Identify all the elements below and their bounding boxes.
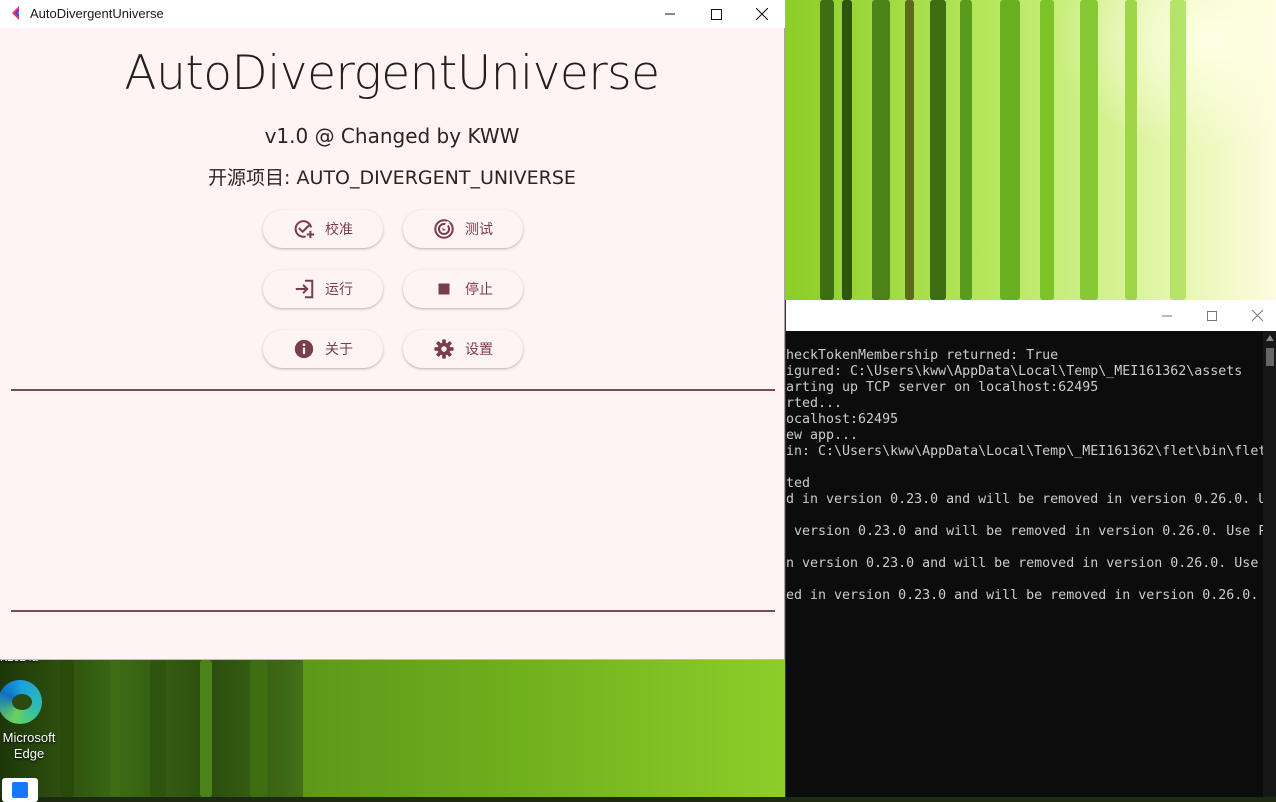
stop-icon <box>438 283 450 295</box>
console-line: ocalhost:62495 <box>786 412 899 427</box>
console-line: d in version 0.23.0 and will be removed … <box>786 492 1263 507</box>
maximize-button[interactable] <box>693 0 739 28</box>
console-close-button[interactable] <box>1234 300 1276 331</box>
maximize-icon <box>1207 310 1217 321</box>
console-line: in: C:\Users\kww\AppData\Local\Temp\_MEI… <box>786 444 1263 459</box>
desktop-icon-edge[interactable]: Microsoft Edge <box>0 680 58 762</box>
console-line: version 0.23.0 and will be removed in ve… <box>786 524 1263 539</box>
settings-button[interactable]: 设置 <box>403 330 523 368</box>
gear-icon <box>434 339 454 359</box>
target-icon <box>434 219 454 239</box>
app-titlebar[interactable]: AutoDivergentUniverse <box>0 0 785 28</box>
console-maximize-button[interactable] <box>1189 300 1235 331</box>
run-button[interactable]: 运行 <box>263 270 383 308</box>
calibrate-button[interactable]: 校准 <box>263 210 383 248</box>
log-top-divider <box>11 389 775 391</box>
console-line: arting up TCP server on localhost:62495 <box>786 380 1099 395</box>
console-minimize-button[interactable] <box>1144 300 1190 331</box>
project-line: 开源项目: AUTO_DIVERGENT_UNIVERSE <box>208 167 576 189</box>
calibrate-label: 校准 <box>325 222 353 238</box>
close-icon <box>756 8 768 20</box>
version-line: v1.0 @ Changed by KWW <box>264 124 520 148</box>
about-button[interactable]: 关于 <box>263 330 383 368</box>
login-arrow-icon <box>295 279 314 299</box>
console-line: heckTokenMembership returned: True <box>786 348 1059 363</box>
log-bottom-divider <box>11 610 775 612</box>
check-circle-add-icon <box>294 220 315 239</box>
scrollbar-thumb[interactable] <box>1266 348 1274 366</box>
app-window[interactable]: AutoDivergentUniverse AutoDivergentUnive… <box>0 0 785 660</box>
log-output-area <box>11 392 775 610</box>
desktop-icon-label: Microsoft Edge <box>2 730 56 761</box>
edge-icon <box>0 680 42 724</box>
console-line: ew app... <box>786 428 859 443</box>
console-line: ed in version 0.23.0 and will be removed… <box>786 588 1259 603</box>
close-button[interactable] <box>739 0 785 28</box>
stop-label: 停止 <box>465 282 493 298</box>
desktop-app-icon[interactable] <box>2 778 38 802</box>
console-line: rted... <box>786 396 843 411</box>
flet-logo-icon <box>12 6 19 20</box>
console-line: n version 0.23.0 and will be removed in … <box>786 556 1259 571</box>
console-window[interactable]: heckTokenMembership returned: True igured… <box>785 300 1276 797</box>
console-line: igured: C:\Users\kww\AppData\Local\Temp\… <box>786 364 1243 379</box>
console-titlebar[interactable] <box>786 300 1276 331</box>
minimize-icon <box>1162 315 1172 316</box>
window-title: AutoDivergentUniverse <box>30 6 164 21</box>
run-label: 运行 <box>325 282 353 298</box>
info-icon <box>294 339 314 359</box>
maximize-icon <box>710 8 722 20</box>
stop-button[interactable]: 停止 <box>403 270 523 308</box>
console-output: heckTokenMembership returned: True igured… <box>786 331 1263 797</box>
about-label: 关于 <box>325 342 353 358</box>
test-label: 测试 <box>465 222 493 238</box>
console-scrollbar[interactable] <box>1263 331 1276 797</box>
scroll-up-icon[interactable] <box>1266 335 1274 341</box>
minimize-icon <box>665 13 675 15</box>
settings-label: 设置 <box>465 342 493 358</box>
close-icon <box>1251 310 1263 321</box>
test-button[interactable]: 测试 <box>403 210 523 248</box>
app-headline: AutoDivergentUniverse <box>124 46 660 101</box>
console-line: ted <box>786 476 811 491</box>
minimize-button[interactable] <box>647 0 693 28</box>
